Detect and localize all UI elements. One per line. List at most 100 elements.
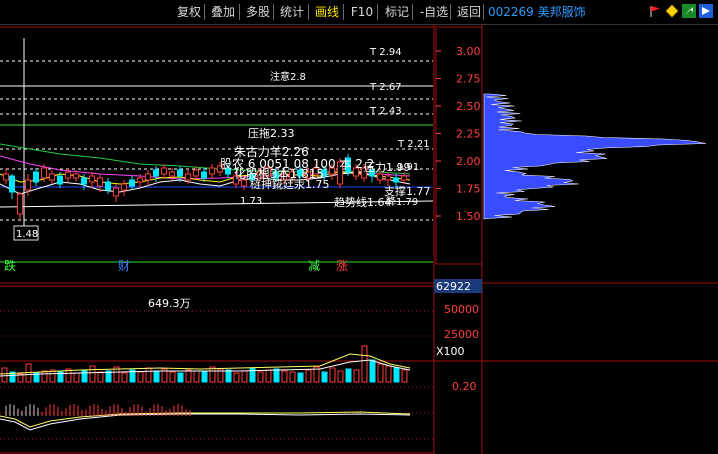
- candle-body: [377, 173, 383, 181]
- volume-bar: [41, 370, 48, 383]
- annot-t191: 1.91: [397, 162, 419, 173]
- candle-body: [137, 177, 143, 183]
- price-tick-label: 1.75: [456, 183, 481, 196]
- volume-bar: [273, 368, 280, 383]
- candle-body: [129, 179, 135, 187]
- toolbar-separator: [204, 4, 205, 20]
- annot-t221: T 2.21: [397, 139, 430, 150]
- red-flag-icon[interactable]: [648, 4, 662, 18]
- volume-bar: [337, 370, 344, 383]
- annot-t243: T 2.43: [369, 106, 402, 117]
- candle-body: [105, 181, 111, 191]
- f10-button[interactable]: F10: [346, 3, 378, 21]
- volume-bar: [73, 372, 80, 383]
- candle-body: [25, 179, 31, 191]
- candle-body: [145, 173, 151, 181]
- volume-bar: [265, 369, 272, 383]
- volume-bar: [385, 365, 392, 383]
- annot-yazhi: 压拖2.33: [248, 126, 295, 140]
- volume-bar: [353, 369, 360, 383]
- volume-bar: [89, 365, 96, 383]
- candle-body: [169, 171, 175, 177]
- volume-tick-50000: 50000: [444, 303, 479, 316]
- volume-bar: [369, 359, 376, 383]
- toolbar-separator: [273, 4, 274, 20]
- volume-bar: [193, 370, 200, 383]
- candle-body: [41, 167, 47, 179]
- event-jian: 减: [308, 259, 320, 273]
- chart-toolbar: 复权 叠加 多股 统计 画线 F10 标记 -自选 返回 002269 美邦服饰: [0, 0, 718, 25]
- price-axis: 3.00 2.75 2.50 2.25 2.00 1.75 1.50: [436, 45, 481, 223]
- price-tick-label: 2.50: [456, 100, 481, 113]
- annot-jiang: 降1.79: [386, 195, 418, 208]
- candle-body: [177, 169, 183, 177]
- volume-bar: [121, 372, 128, 383]
- volume-bar: [153, 370, 160, 383]
- candle-body: [89, 175, 95, 183]
- candle-body: [201, 171, 207, 179]
- toolbar-separator: [483, 4, 484, 20]
- drawn-lines: [0, 38, 434, 263]
- price-tick-label: 2.75: [456, 73, 481, 86]
- volume-bar: [225, 369, 232, 383]
- volume-value: 62922: [436, 280, 471, 293]
- annot-zhuyi: 注意2.8: [270, 70, 306, 83]
- candle-body: [185, 173, 191, 181]
- volume-bar: [289, 371, 296, 383]
- event-cai: 财: [118, 259, 130, 273]
- volume-bar: [1, 367, 8, 383]
- chart-grid: [0, 24, 483, 454]
- volume-bar: [233, 372, 240, 383]
- event-die: 跌: [4, 258, 16, 273]
- tongji-button[interactable]: 统计: [275, 3, 309, 21]
- zixuan-button[interactable]: -自选: [414, 3, 454, 21]
- volume-bar: [257, 371, 264, 383]
- diamond-icon[interactable]: [665, 4, 679, 18]
- volume-bar: [177, 372, 184, 383]
- price-tick-label: 2.00: [456, 155, 481, 168]
- green-arrow-icon[interactable]: [682, 4, 696, 18]
- volume-bar: [401, 369, 408, 383]
- price-axis-box: [435, 26, 483, 265]
- huaxian-button[interactable]: 画线: [310, 3, 344, 21]
- candle-body: [97, 177, 103, 187]
- volume-bar: [393, 367, 400, 383]
- diejia-button[interactable]: 叠加: [206, 3, 240, 21]
- fanhui-button[interactable]: 返回: [452, 3, 486, 21]
- duogu-button[interactable]: 多股: [241, 3, 275, 21]
- event-zhang: 涨: [336, 258, 348, 273]
- volume-bar: [249, 367, 256, 383]
- volume-bar: [321, 371, 328, 383]
- candle-body: [121, 183, 127, 191]
- volume-bar: [377, 363, 384, 383]
- volume-bar: [81, 369, 88, 383]
- candle-body: [209, 167, 215, 175]
- indicator-tick-020: 0.20: [452, 380, 477, 393]
- biaoji-button[interactable]: 标记: [380, 3, 414, 21]
- volume-bar: [241, 370, 248, 383]
- toolbar-separator: [412, 4, 413, 20]
- volume-tick-25000: 25000: [444, 328, 479, 341]
- volume-bar: [281, 370, 288, 383]
- candle-body: [385, 175, 391, 181]
- candle-body: [401, 175, 407, 181]
- toolbar-separator: [308, 4, 309, 20]
- volume-bar: [137, 371, 144, 383]
- kline-chart[interactable]: 3.00 2.75 2.50 2.25 2.00 1.75 1.50 T 2.94 注意2.…: [0, 24, 718, 454]
- candle-body: [49, 173, 55, 181]
- volume-bar: [297, 372, 304, 383]
- toolbar-separator: [239, 4, 240, 20]
- blue-arrow-icon[interactable]: [699, 4, 713, 18]
- toolbar-separator: [377, 4, 378, 20]
- candle-body: [193, 169, 199, 177]
- volume-bar: [169, 371, 176, 383]
- fuquan-button[interactable]: 复权: [172, 3, 206, 21]
- annot-t267: T 2.67: [369, 82, 402, 93]
- candle-body: [161, 167, 167, 175]
- volume-bar: [329, 367, 336, 383]
- volume-bar: [209, 366, 216, 383]
- candle-body: [65, 171, 71, 179]
- candle-body: [17, 193, 23, 215]
- candle-body: [113, 187, 119, 197]
- price-tick-label: 3.00: [456, 45, 481, 58]
